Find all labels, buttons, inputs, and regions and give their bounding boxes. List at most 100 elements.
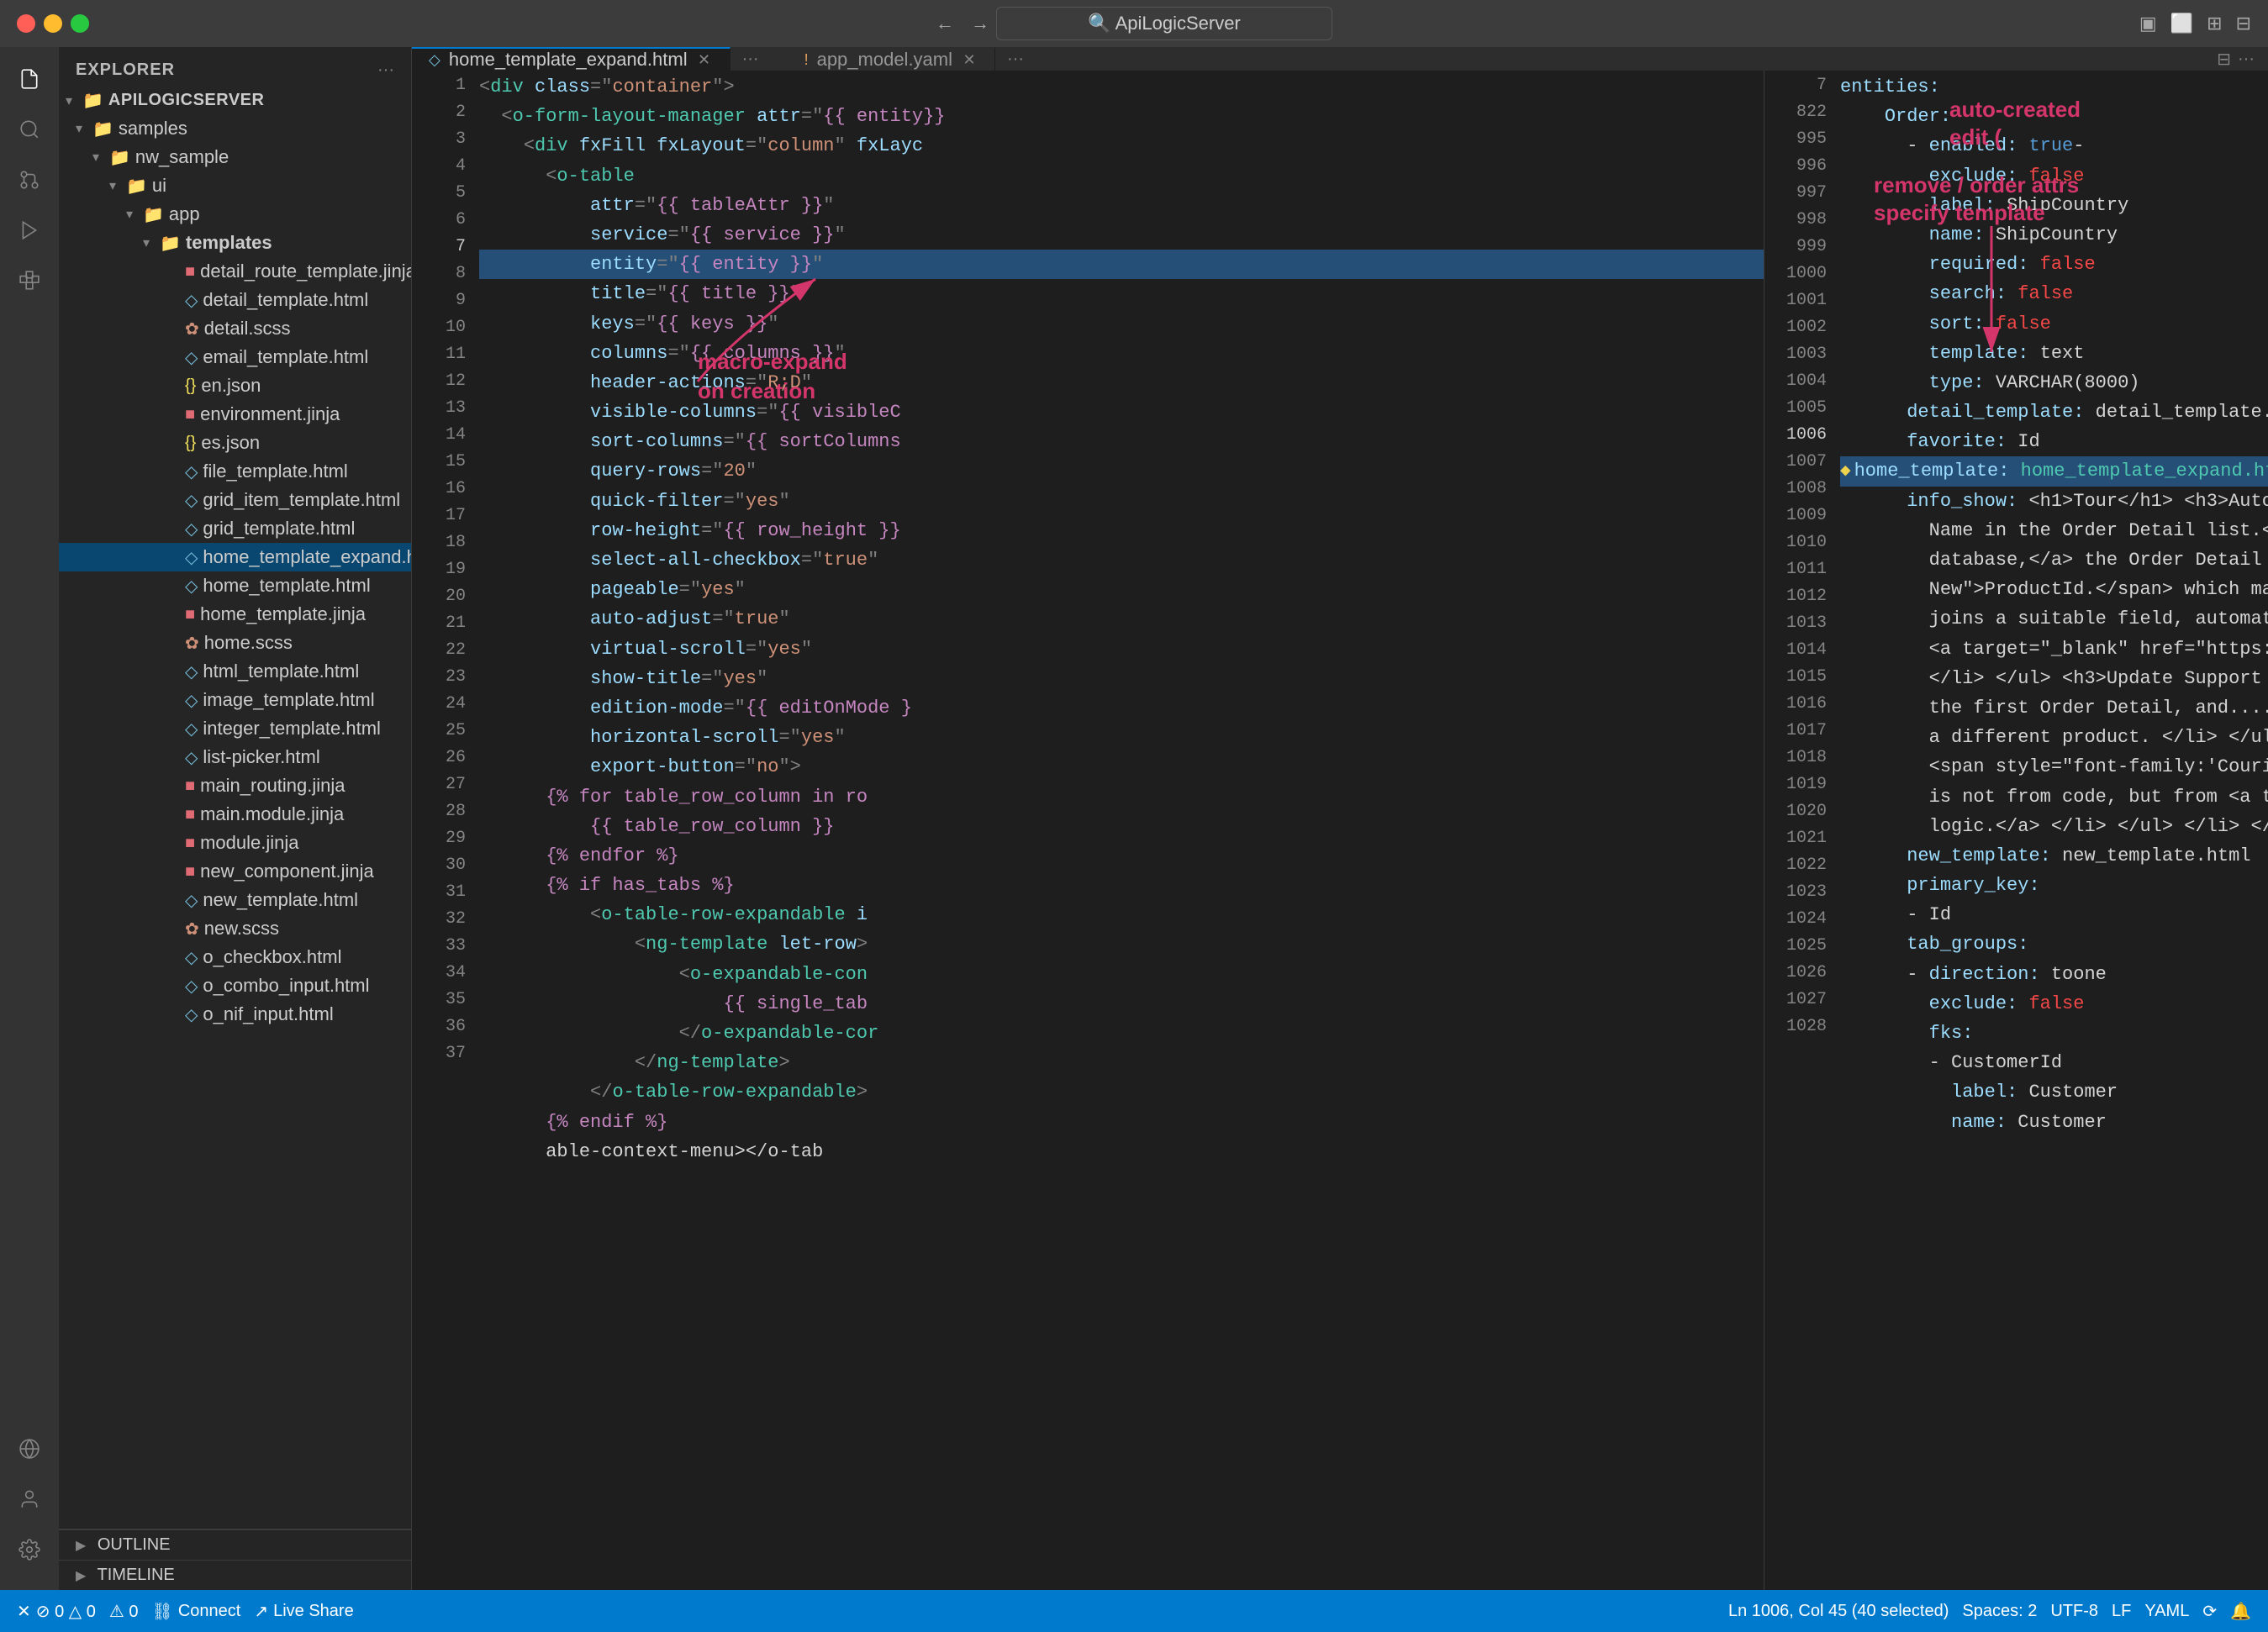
- more-actions-icon[interactable]: ···: [2238, 50, 2255, 69]
- sidebar-item-home-jinja[interactable]: ▾ ■ home_template.jinja: [59, 600, 411, 629]
- close-button[interactable]: [17, 14, 35, 33]
- line-num: 1014: [1764, 637, 1827, 664]
- tab-yaml[interactable]: ! app_model.yaml ✕: [788, 47, 995, 71]
- status-language[interactable]: YAML: [2144, 1602, 2189, 1621]
- sidebar-item-app[interactable]: ▾ 📁 app: [59, 200, 411, 229]
- sidebar-item-detail-scss[interactable]: ▾ ✿ detail.scss: [59, 314, 411, 343]
- sidebar-item-grid-item[interactable]: ▾ ◇ grid_item_template.html: [59, 486, 411, 514]
- yaml-line-1019: new_template: new_template.html: [1840, 841, 2268, 871]
- sidebar-item-grid-template[interactable]: ▾ ◇ grid_template.html: [59, 514, 411, 543]
- status-info[interactable]: ⚠ 0: [109, 1601, 139, 1622]
- activity-git-icon[interactable]: [6, 156, 53, 203]
- sidebar-item-integer-template[interactable]: ▾ ◇ integer_template.html: [59, 714, 411, 743]
- yaml-editor-content[interactable]: 7 822 995 996 997 998 999 1000 1001 1002…: [1764, 71, 2268, 1590]
- yaml-line-1026: - CustomerId: [1840, 1048, 2268, 1077]
- layout-icon1[interactable]: ▣: [2139, 13, 2157, 34]
- sidebar-item-home-expand[interactable]: ▾ ◇ home_template_expand.html: [59, 543, 411, 571]
- outline-section[interactable]: ▶ OUTLINE: [59, 1529, 411, 1560]
- line-num: 11: [412, 341, 466, 368]
- status-position[interactable]: Ln 1006, Col 45 (40 selected): [1728, 1602, 1949, 1621]
- sidebar-item-en-json[interactable]: ▾ {} en.json: [59, 371, 411, 400]
- line-num: 1008: [1764, 476, 1827, 503]
- tab-more-yaml-button[interactable]: ···: [995, 50, 1036, 69]
- sidebar-item-templates[interactable]: ▾ 📁 templates: [59, 229, 411, 257]
- sidebar-item-home-scss[interactable]: ▾ ✿ home.scss: [59, 629, 411, 657]
- sidebar-item-list-picker[interactable]: ▾ ◇ list-picker.html: [59, 743, 411, 771]
- line-num: 1013: [1764, 610, 1827, 637]
- tab-close-button[interactable]: ✕: [961, 51, 978, 68]
- maximize-button[interactable]: [71, 14, 89, 33]
- sidebar-item-detail-route[interactable]: ▾ ■ detail_route_template.jinja: [59, 257, 411, 286]
- sidebar-item-new-scss[interactable]: ▾ ✿ new.scss: [59, 914, 411, 943]
- sidebar-item-new-template[interactable]: ▾ ◇ new_template.html: [59, 886, 411, 914]
- sidebar-item-new-component[interactable]: ▾ ■ new_component.jinja: [59, 857, 411, 886]
- html-icon: ◇: [185, 947, 198, 968]
- status-errors[interactable]: ✕ ⊘ 0 △ 0: [17, 1601, 96, 1622]
- line-num: 23: [412, 664, 466, 691]
- html-editor-content[interactable]: 1 2 3 4 5 6 7 8 9 10 11 12 13 14: [412, 71, 1764, 1590]
- layout-icon4[interactable]: ⊟: [2236, 13, 2251, 34]
- sidebar-item-home-template[interactable]: ▾ ◇ home_template.html: [59, 571, 411, 600]
- minimize-button[interactable]: [44, 14, 62, 33]
- sidebar-item-o-combo[interactable]: ▾ ◇ o_combo_input.html: [59, 971, 411, 1000]
- yaml-line-1015: a different product. </li> </ul> </li>: [1840, 723, 2268, 752]
- line-num: 996: [1764, 153, 1827, 180]
- status-encoding[interactable]: UTF-8: [2050, 1602, 2098, 1621]
- yaml-line-1025: fks:: [1840, 1019, 2268, 1048]
- tree-label: environment.jinja: [200, 403, 340, 425]
- split-editor-icon[interactable]: ⊟: [2217, 49, 2231, 70]
- sidebar-item-environment[interactable]: ▾ ■ environment.jinja: [59, 400, 411, 429]
- tree-label: html_template.html: [203, 661, 359, 682]
- status-connect[interactable]: ⛓ Connect: [151, 1601, 240, 1622]
- sidebar-item-image-template[interactable]: ▾ ◇ image_template.html: [59, 686, 411, 714]
- html-line-numbers: 1 2 3 4 5 6 7 8 9 10 11 12 13 14: [412, 71, 479, 1590]
- sidebar-item-ui[interactable]: ▾ 📁 ui: [59, 171, 411, 200]
- tab-more-button[interactable]: ···: [731, 50, 771, 69]
- sidebar-item-o-checkbox[interactable]: ▾ ◇ o_checkbox.html: [59, 943, 411, 971]
- sidebar-item-nw-sample[interactable]: ▾ 📁 nw_sample: [59, 143, 411, 171]
- yaml-code-content[interactable]: entities: Order: - enabled: true- exclud…: [1840, 71, 2268, 1590]
- sidebar-item-main-module[interactable]: ▾ ■ main.module.jinja: [59, 800, 411, 829]
- activity-debug-icon[interactable]: [6, 207, 53, 254]
- html-code-content[interactable]: <div class="container"> <o-form-layout-m…: [479, 71, 1764, 1590]
- line-num: 1009: [1764, 503, 1827, 529]
- status-line-ending[interactable]: LF: [2112, 1602, 2131, 1621]
- sidebar-item-html-template[interactable]: ▾ ◇ html_template.html: [59, 657, 411, 686]
- tree-label: grid_template.html: [203, 518, 355, 540]
- sidebar-item-samples[interactable]: ▾ 📁 samples: [59, 114, 411, 143]
- activity-search-icon[interactable]: [6, 106, 53, 153]
- tree-root[interactable]: ▾ 📁 APILOGICSERVER: [59, 87, 411, 114]
- tab-html[interactable]: ◇ home_template_expand.html ✕: [412, 47, 731, 71]
- activity-files-icon[interactable]: [6, 55, 53, 103]
- sidebar-item-email[interactable]: ▾ ◇ email_template.html: [59, 343, 411, 371]
- status-spaces[interactable]: Spaces: 2: [1962, 1602, 2037, 1621]
- tree-label: app: [169, 203, 200, 225]
- html-icon: ◇: [185, 661, 198, 682]
- back-arrow-icon[interactable]: ←: [936, 13, 954, 34]
- search-bar[interactable]: 🔍 ApiLogicServer: [996, 7, 1332, 40]
- tree-label: module.jinja: [200, 832, 298, 854]
- new-file-icon[interactable]: ···: [377, 61, 394, 80]
- yaml-line-822: Order:: [1840, 102, 2268, 131]
- line-num: 16: [412, 476, 466, 503]
- activity-remote-icon[interactable]: [6, 1425, 53, 1472]
- sidebar-item-o-nif[interactable]: ▾ ◇ o_nif_input.html: [59, 1000, 411, 1029]
- sidebar-item-module[interactable]: ▾ ■ module.jinja: [59, 829, 411, 857]
- forward-arrow-icon[interactable]: →: [971, 13, 989, 34]
- activity-extensions-icon[interactable]: [6, 257, 53, 304]
- layout-icon3[interactable]: ⊞: [2207, 13, 2222, 34]
- tree-label: o_nif_input.html: [203, 1003, 333, 1025]
- sidebar-item-detail-html[interactable]: ▾ ◇ detail_template.html: [59, 286, 411, 314]
- status-bell[interactable]: 🔔: [2230, 1601, 2251, 1622]
- activity-account-icon[interactable]: [6, 1476, 53, 1523]
- sidebar-item-es-json[interactable]: ▾ {} es.json: [59, 429, 411, 457]
- status-sync[interactable]: ⟳: [2202, 1601, 2217, 1622]
- sidebar-item-main-routing[interactable]: ▾ ■ main_routing.jinja: [59, 771, 411, 800]
- tab-close-button[interactable]: ✕: [696, 51, 713, 68]
- sidebar-item-file-template[interactable]: ▾ ◇ file_template.html: [59, 457, 411, 486]
- status-live-share[interactable]: ↗ Live Share: [254, 1601, 353, 1622]
- activity-settings-icon[interactable]: [6, 1526, 53, 1573]
- tree-label: samples: [119, 118, 187, 140]
- layout-icon2[interactable]: ⬜: [2170, 13, 2193, 34]
- timeline-section[interactable]: ▶ TIMELINE: [59, 1560, 411, 1590]
